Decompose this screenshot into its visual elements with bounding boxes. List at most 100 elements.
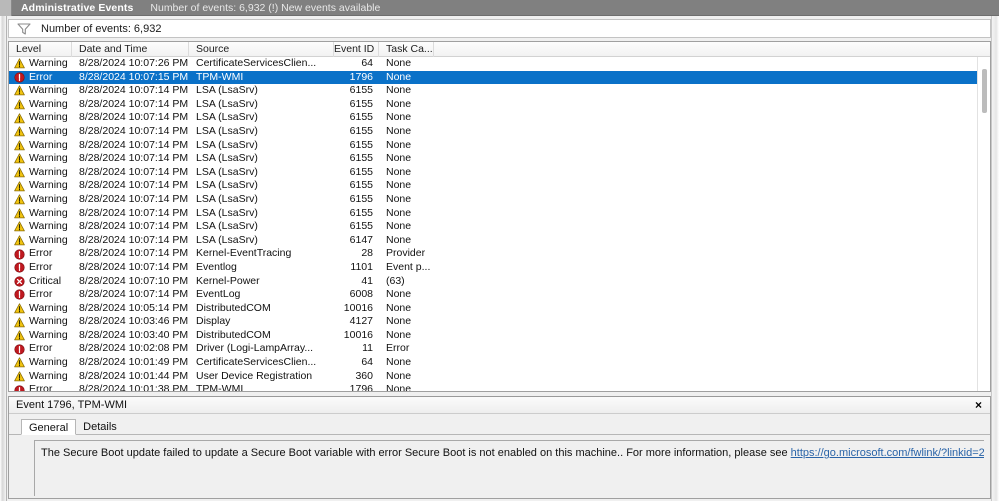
event-datetime-cell: 8/28/2024 10:07:14 PM: [79, 165, 189, 178]
event-datetime-cell: 8/28/2024 10:03:40 PM: [79, 328, 189, 341]
event-id-cell: 6155: [349, 152, 373, 165]
table-row[interactable]: Error 8/28/2024 10:07:14 PM Eventlog 1101 Ev…: [9, 261, 990, 275]
event-list-rows[interactable]: Warning 8/28/2024 10:07:26 PM CertificateS…: [9, 57, 990, 391]
event-datetime-cell: 8/28/2024 10:07:14 PM: [79, 260, 189, 273]
table-row[interactable]: Warning 8/28/2024 10:01:49 PM CertificateS…: [9, 356, 990, 370]
event-source-cell: LSA (LsaSrv): [196, 179, 258, 192]
error-icon: [14, 289, 25, 300]
event-id-cell: 6155: [349, 111, 373, 124]
event-list-scrollbar-thumb[interactable]: [982, 69, 987, 113]
table-row[interactable]: Warning 8/28/2024 10:07:14 PM LSA (LsaSrv)…: [9, 125, 990, 139]
event-source-cell: LSA (LsaSrv): [196, 233, 258, 246]
table-row[interactable]: Warning 8/28/2024 10:07:26 PM CertificateS…: [9, 57, 990, 71]
event-level-cell: Error: [9, 383, 72, 391]
table-row[interactable]: Warning 8/28/2024 10:07:14 PM LSA (LsaSrv)…: [9, 111, 990, 125]
event-task-category-cell: None: [386, 383, 412, 391]
table-row[interactable]: Warning 8/28/2024 10:01:44 PM User Device …: [9, 370, 990, 384]
event-detail-tabs[interactable]: General Details: [9, 418, 990, 435]
event-datetime-cell: 8/28/2024 10:03:46 PM: [79, 315, 189, 328]
event-task-category-cell: None: [386, 57, 412, 69]
event-id-cell: 64: [361, 356, 373, 369]
table-row[interactable]: Error 8/28/2024 10:07:14 PM EventLog 6008 No…: [9, 288, 990, 302]
column-header[interactable]: Source: [189, 42, 334, 57]
tab-general[interactable]: General: [21, 419, 77, 435]
table-row[interactable]: Warning 8/28/2024 10:07:14 PM LSA (LsaSrv)…: [9, 207, 990, 221]
table-row[interactable]: Warning 8/28/2024 10:05:14 PM DistributedC…: [9, 302, 990, 316]
event-level-cell: Warning: [9, 139, 72, 153]
warning-icon: [14, 85, 25, 96]
table-row[interactable]: Warning 8/28/2024 10:07:14 PM LSA (LsaSrv)…: [9, 84, 990, 98]
column-header[interactable]: Event ID: [334, 42, 379, 57]
table-row[interactable]: Warning 8/28/2024 10:03:40 PM DistributedC…: [9, 329, 990, 343]
error-icon: [14, 72, 25, 83]
event-viewer-window: Administrative Events Number of events: …: [0, 0, 999, 501]
column-header[interactable]: Task Ca...: [379, 42, 434, 57]
filter-bar[interactable]: Number of events: 6,932: [8, 19, 991, 38]
event-level-cell: Warning: [9, 84, 72, 98]
table-row[interactable]: Critical 8/28/2024 10:07:10 PM Kernel-Powe…: [9, 275, 990, 289]
table-row[interactable]: Warning 8/28/2024 10:07:14 PM LSA (LsaSrv)…: [9, 234, 990, 248]
event-task-category-cell: None: [386, 84, 412, 97]
event-list-panel[interactable]: Level Date and Time Source Event ID Task Ca.…: [8, 41, 991, 392]
table-row[interactable]: Error 8/28/2024 10:07:15 PM TPM-WMI 1796 Non…: [9, 70, 990, 85]
column-header[interactable]: Date and Time: [72, 42, 189, 57]
event-message-box[interactable]: The Secure Boot update failed to update …: [34, 440, 984, 496]
warning-icon: [14, 153, 25, 164]
event-level-label: Error: [29, 383, 53, 391]
event-level-label: Warning: [29, 57, 68, 69]
event-id-cell: 6155: [349, 84, 373, 97]
event-level-label: Warning: [29, 165, 68, 178]
event-task-category-cell: None: [386, 288, 412, 301]
table-row[interactable]: Error 8/28/2024 10:01:38 PM TPM-WMI 1796 Non…: [9, 383, 990, 391]
table-row[interactable]: Warning 8/28/2024 10:03:46 PM Display 4127 N…: [9, 315, 990, 329]
event-datetime-cell: 8/28/2024 10:07:15 PM: [79, 70, 189, 83]
table-row[interactable]: Warning 8/28/2024 10:07:14 PM LSA (LsaSrv)…: [9, 152, 990, 166]
event-task-category-cell: None: [386, 138, 412, 151]
event-datetime-cell: 8/28/2024 10:07:14 PM: [79, 192, 189, 205]
event-datetime-cell: 8/28/2024 10:07:14 PM: [79, 84, 189, 97]
error-icon: [14, 384, 25, 391]
event-id-cell: 6155: [349, 220, 373, 233]
table-row[interactable]: Warning 8/28/2024 10:07:14 PM LSA (LsaSrv)…: [9, 193, 990, 207]
event-level-cell: Warning: [9, 125, 72, 139]
window-subtitle: Number of events: 6,932 (!) New events a…: [150, 1, 381, 14]
event-id-cell: 1796: [349, 70, 373, 83]
event-list-scrollbar[interactable]: [977, 57, 990, 391]
event-id-cell: 10016: [343, 301, 373, 314]
table-row[interactable]: Warning 8/28/2024 10:07:14 PM LSA (LsaSrv)…: [9, 179, 990, 193]
event-id-cell: 6155: [349, 97, 373, 110]
event-datetime-cell: 8/28/2024 10:07:26 PM: [79, 57, 189, 69]
table-row[interactable]: Error 8/28/2024 10:07:14 PM Kernel-EventTr…: [9, 247, 990, 261]
event-source-cell: TPM-WMI: [196, 70, 244, 83]
event-datetime-cell: 8/28/2024 10:07:14 PM: [79, 233, 189, 246]
event-datetime-cell: 8/28/2024 10:05:14 PM: [79, 301, 189, 314]
event-message-link[interactable]: https://go.microsoft.com/fwlink/?linkid=…: [791, 447, 984, 459]
event-level-cell: Error: [9, 71, 72, 85]
event-source-cell: LSA (LsaSrv): [196, 206, 258, 219]
event-source-cell: LSA (LsaSrv): [196, 165, 258, 178]
close-icon[interactable]: ×: [971, 398, 986, 413]
column-header[interactable]: Level: [9, 42, 72, 57]
table-row[interactable]: Error 8/28/2024 10:02:08 PM Driver (Logi-L…: [9, 342, 990, 356]
event-id-cell: 6155: [349, 165, 373, 178]
tab-details[interactable]: Details: [76, 419, 124, 435]
event-level-cell: Error: [9, 247, 72, 261]
event-task-category-cell: None: [386, 315, 412, 328]
table-row[interactable]: Warning 8/28/2024 10:07:14 PM LSA (LsaSrv)…: [9, 220, 990, 234]
event-list-header: Level Date and Time Source Event ID Task Ca.…: [9, 42, 990, 57]
event-id-cell: 6155: [349, 138, 373, 151]
event-id-cell: 41: [361, 274, 373, 287]
event-id-cell: 6147: [349, 233, 373, 246]
event-source-cell: DistributedCOM: [196, 328, 271, 341]
event-detail-title: Event 1796, TPM-WMI: [16, 399, 128, 411]
event-level-label: Warning: [29, 192, 68, 205]
table-row[interactable]: Warning 8/28/2024 10:07:14 PM LSA (LsaSrv)…: [9, 166, 990, 180]
event-task-category-cell: None: [386, 152, 412, 165]
critical-icon: [14, 276, 25, 287]
event-task-category-cell: None: [386, 179, 412, 192]
table-row[interactable]: Warning 8/28/2024 10:07:14 PM LSA (LsaSrv)…: [9, 98, 990, 112]
event-source-cell: Kernel-Power: [196, 274, 260, 287]
event-task-category-cell: Event p...: [386, 260, 431, 273]
event-id-cell: 360: [355, 369, 373, 382]
table-row[interactable]: Warning 8/28/2024 10:07:14 PM LSA (LsaSrv)…: [9, 139, 990, 153]
